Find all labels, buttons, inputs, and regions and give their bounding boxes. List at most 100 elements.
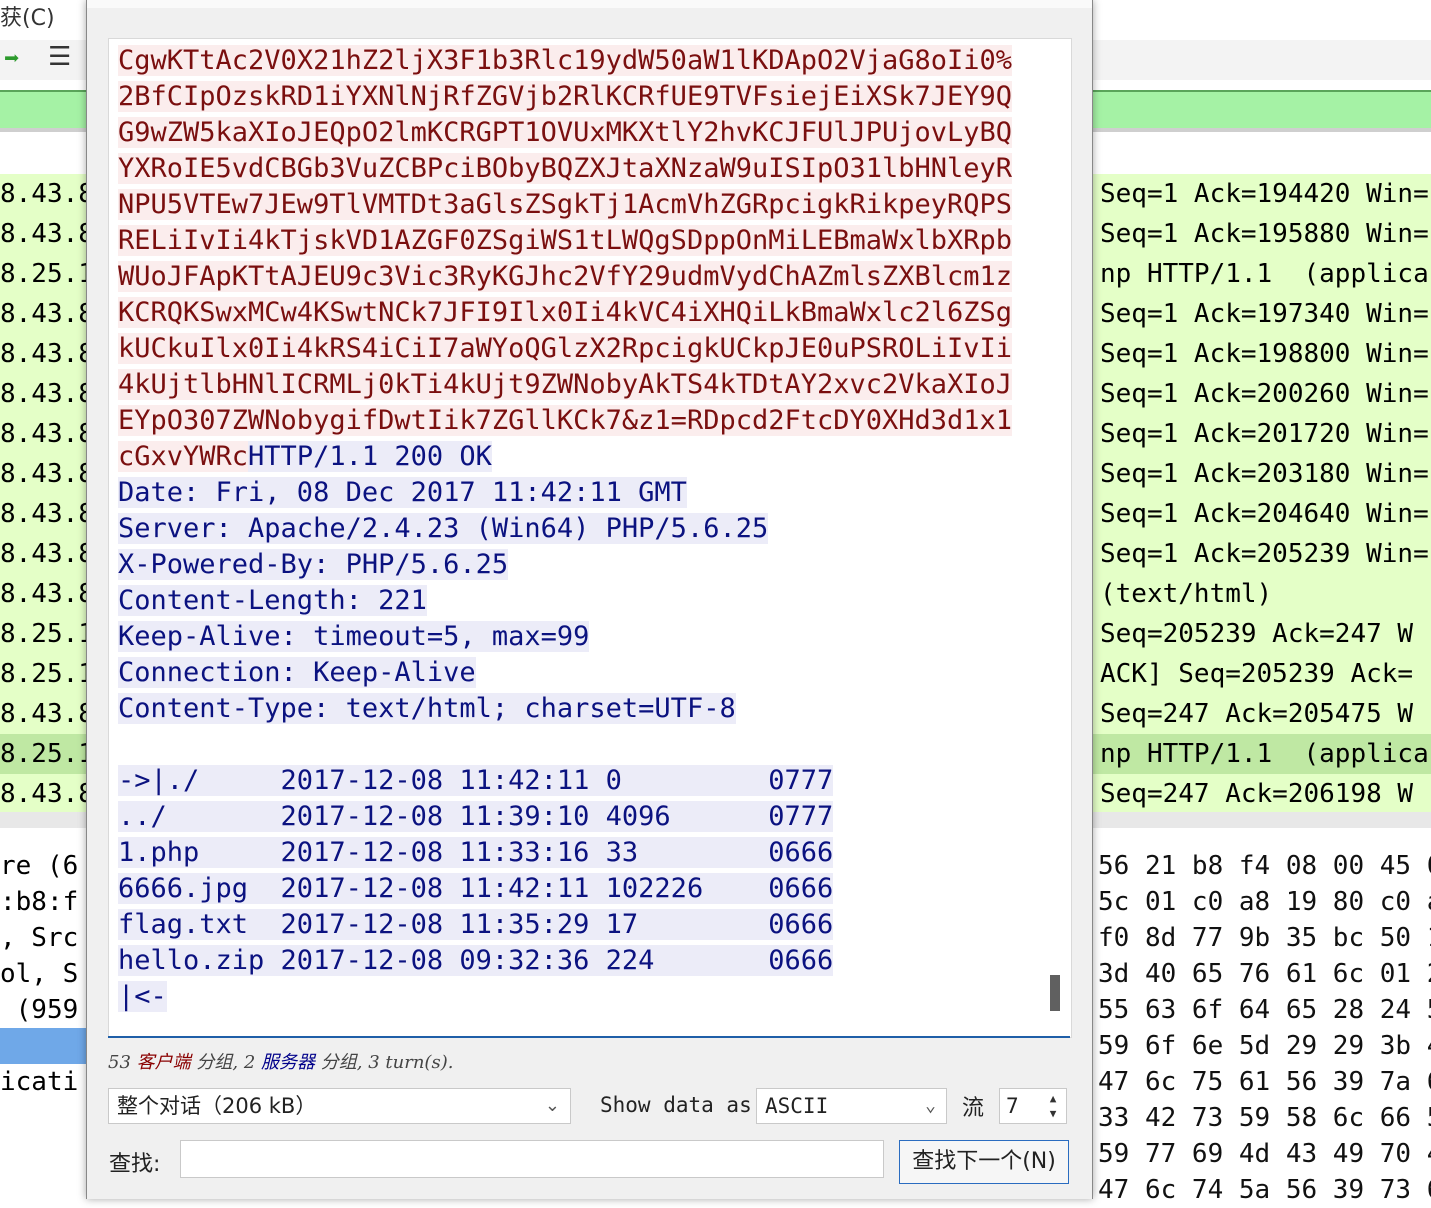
packet-row-source[interactable]: 8.43.8 [0,774,86,814]
mixed-line: cGxvYWRcHTTP/1.1 200 OK [118,439,1028,475]
packet-row-source[interactable]: 8.43.8 [0,294,86,334]
server-text: hello.zip 2017-12-08 09:32:36 224 0666 [118,945,834,976]
stream-number-value: 7 [1006,1094,1019,1118]
packet-row-info[interactable]: Seq=1 Ack=194420 Win= [1090,174,1431,214]
server-listing-line: ../ 2017-12-08 11:39:10 4096 0777 [118,799,1028,835]
client-label: 客户端 [136,1052,191,1073]
hex-row: 33 42 73 59 58 6c 66 5 [1098,1103,1431,1133]
client-text: kUCkuIlx0Ii4kRS4iCiI7aWYoQGlzX2RpcigkUCk… [118,333,1013,364]
server-listing-line: |<- [118,979,1028,1015]
packet-detail-row[interactable]: (959 [0,992,86,1028]
packet-row-source[interactable]: 8.25.1 [0,654,86,694]
show-data-as-label: Show data as [600,1093,752,1117]
server-header-line: Content-Type: text/html; charset=UTF-8 [118,691,1028,727]
packet-row-info[interactable]: np HTTP/1.1 (applica [1090,254,1431,294]
packet-row-info[interactable]: Seq=247 Ack=205475 W [1090,694,1431,734]
packet-row-source[interactable]: 8.25.1 [0,734,86,774]
packet-detail-row[interactable] [0,1100,86,1136]
packet-row-info[interactable]: Seq=1 Ack=200260 Win= [1090,374,1431,414]
packet-detail-row[interactable] [0,1028,86,1064]
conversation-select-value: 整个对话（206 kB） [117,1094,317,1118]
client-text: 4kUjtlbHNlICRMLj0kTi4kUjt9ZWNobyAkTS4kTD… [118,369,1013,400]
client-text: YXRoIE5vdCBGb3VuZCBPciBObyBQZXJtaXNzaW9u… [118,153,1013,184]
find-label: 查找: [109,1152,161,1177]
packet-detail-row[interactable]: re (6 [0,848,86,884]
client-line: CgwKTtAc2V0X21hZ2ljX3F1b3Rlc19ydW50aW1lK… [118,43,1028,79]
conversation-select[interactable]: 整个对话（206 kB） ⌄ [108,1088,571,1124]
packet-detail-row[interactable]: , Src [0,920,86,956]
packet-row-source[interactable]: 8.43.8 [0,374,86,414]
encoding-select[interactable]: ASCII ⌄ [756,1088,947,1124]
go-to-first-icon[interactable]: ☰ [48,42,71,72]
client-text: KCRQKSwxMCw4KSwtNCk7JFI9Ilx0Ii4kVC4iXHQi… [118,297,1013,328]
server-listing-line: ->|./ 2017-12-08 11:42:11 0 0777 [118,763,1028,799]
spin-up-icon[interactable]: ▲ [1042,1091,1064,1106]
client-line: kUCkuIlx0Ii4kRS4iCiI7aWYoQGlzX2RpcigkUCk… [118,331,1028,367]
packet-row-info[interactable]: Seq=1 Ack=197340 Win= [1090,294,1431,334]
menu-capture-fragment[interactable]: 获(C) [0,0,55,32]
server-header-line: Keep-Alive: timeout=5, max=99 [118,619,1028,655]
packet-row-info[interactable]: Seq=1 Ack=198800 Win= [1090,334,1431,374]
dialog-titlebar[interactable] [87,0,1092,8]
hex-row: 56 21 b8 f4 08 00 45 0 [1098,851,1431,881]
packet-row-source[interactable]: 8.43.8 [0,494,86,534]
client-line: EYpO307ZWNobygifDwtIik7ZGllKCk7&z1=RDpcd… [118,403,1028,439]
stream-content-area[interactable]: CgwKTtAc2V0X21hZ2ljX3F1b3Rlc19ydW50aW1lK… [108,38,1072,1038]
client-text: EYpO307ZWNobygifDwtIik7ZGllKCk7&z1=RDpcd… [118,405,1013,436]
client-line: NPU5VTEw7JEw9TlVMTDt3aGlsZSgkTj1AcmVhZGR… [118,187,1028,223]
server-text: flag.txt 2017-12-08 11:35:29 17 0666 [118,909,834,940]
go-to-packet-icon[interactable]: ➡ [4,44,20,74]
packet-detail-row[interactable]: ol, S [0,956,86,992]
server-header-line: Server: Apache/2.4.23 (Win64) PHP/5.6.25 [118,511,1028,547]
find-next-button[interactable]: 查找下一个(N) [899,1140,1069,1184]
packet-row-info[interactable]: Seq=1 Ack=195880 Win= [1090,214,1431,254]
client-line: 4kUjtlbHNlICRMLj0kTi4kUjt9ZWNobyAkTS4kTD… [118,367,1028,403]
client-line: RELiIvIi4kTjskVD1AZGF0ZSgiWS1tLWQgSDppOn… [118,223,1028,259]
hex-row: 5c 01 c0 a8 19 80 c0 a [1098,887,1431,917]
packet-row-source[interactable]: 8.25.1 [0,254,86,294]
find-input[interactable] [180,1140,884,1178]
packet-detail-row[interactable]: icati [0,1064,86,1100]
turns-count: 3 turn(s). [368,1052,454,1073]
server-count: 2 [243,1052,256,1073]
packet-row-source[interactable]: 8.43.8 [0,454,86,494]
server-text: Content-Type: text/html; charset=UTF-8 [118,693,736,724]
packet-row-info[interactable]: Seq=1 Ack=201720 Win= [1090,414,1431,454]
server-listing-line: hello.zip 2017-12-08 09:32:36 224 0666 [118,943,1028,979]
packet-row-source[interactable]: 8.43.8 [0,334,86,374]
packet-row-info[interactable]: np HTTP/1.1 (applica [1090,734,1431,774]
client-line: G9wZW5kaXIoJEQpO2lmKCRGPT1OVUxMKXtlY2hvK… [118,115,1028,151]
server-text: 1.php 2017-12-08 11:33:16 33 0666 [118,837,834,868]
packet-row-source[interactable]: 8.25.1 [0,614,86,654]
packet-row-info[interactable]: Seq=1 Ack=204640 Win= [1090,494,1431,534]
packet-row-info[interactable]: Seq=247 Ack=206198 W [1090,774,1431,814]
packet-row-info[interactable]: Seq=1 Ack=203180 Win= [1090,454,1431,494]
server-text: 6666.jpg 2017-12-08 11:42:11 102226 0666 [118,873,834,904]
server-header-line: Date: Fri, 08 Dec 2017 11:42:11 GMT [118,475,1028,511]
packets-label: 分组, [196,1052,239,1073]
packet-row-source[interactable]: 8.43.8 [0,414,86,454]
client-text: WUoJFApKTtAJEU9c3Vic3RyKGJhc2VfY29udmVyd… [118,261,1013,292]
packet-row-source[interactable]: 8.43.8 [0,174,86,214]
packet-detail-row[interactable]: :b8:f [0,884,86,920]
packet-row-source[interactable]: 8.43.8 [0,534,86,574]
hex-row: 3d 40 65 76 61 6c 01 2 [1098,959,1431,989]
packet-row-source[interactable]: 8.43.8 [0,694,86,734]
hex-row: 59 77 69 4d 43 49 70 4 [1098,1139,1431,1169]
spin-down-icon[interactable]: ▼ [1042,1106,1064,1121]
divider [108,1036,1070,1038]
packet-row-info[interactable]: Seq=1 Ack=205239 Win= [1090,534,1431,574]
stream-label: 流 [962,1096,985,1121]
packet-row-info[interactable]: (text/html) [1090,574,1431,614]
packet-row-info[interactable]: Seq=205239 Ack=247 W [1090,614,1431,654]
vertical-scrollbar-thumb[interactable] [1050,975,1060,1011]
client-count: 53 [108,1052,131,1073]
packet-row-source[interactable]: 8.43.8 [0,574,86,614]
hex-row: f0 8d 77 9b 35 bc 50 1 [1098,923,1431,953]
server-header-line: Connection: Keep-Alive [118,655,1028,691]
server-text: Content-Length: 221 [118,585,427,616]
packet-row-info[interactable]: ACK] Seq=205239 Ack= [1090,654,1431,694]
stream-number-spinbox[interactable]: 7 ▲ ▼ [999,1088,1067,1124]
packet-row-source[interactable]: 8.43.8 [0,214,86,254]
server-listing-line: flag.txt 2017-12-08 11:35:29 17 0666 [118,907,1028,943]
